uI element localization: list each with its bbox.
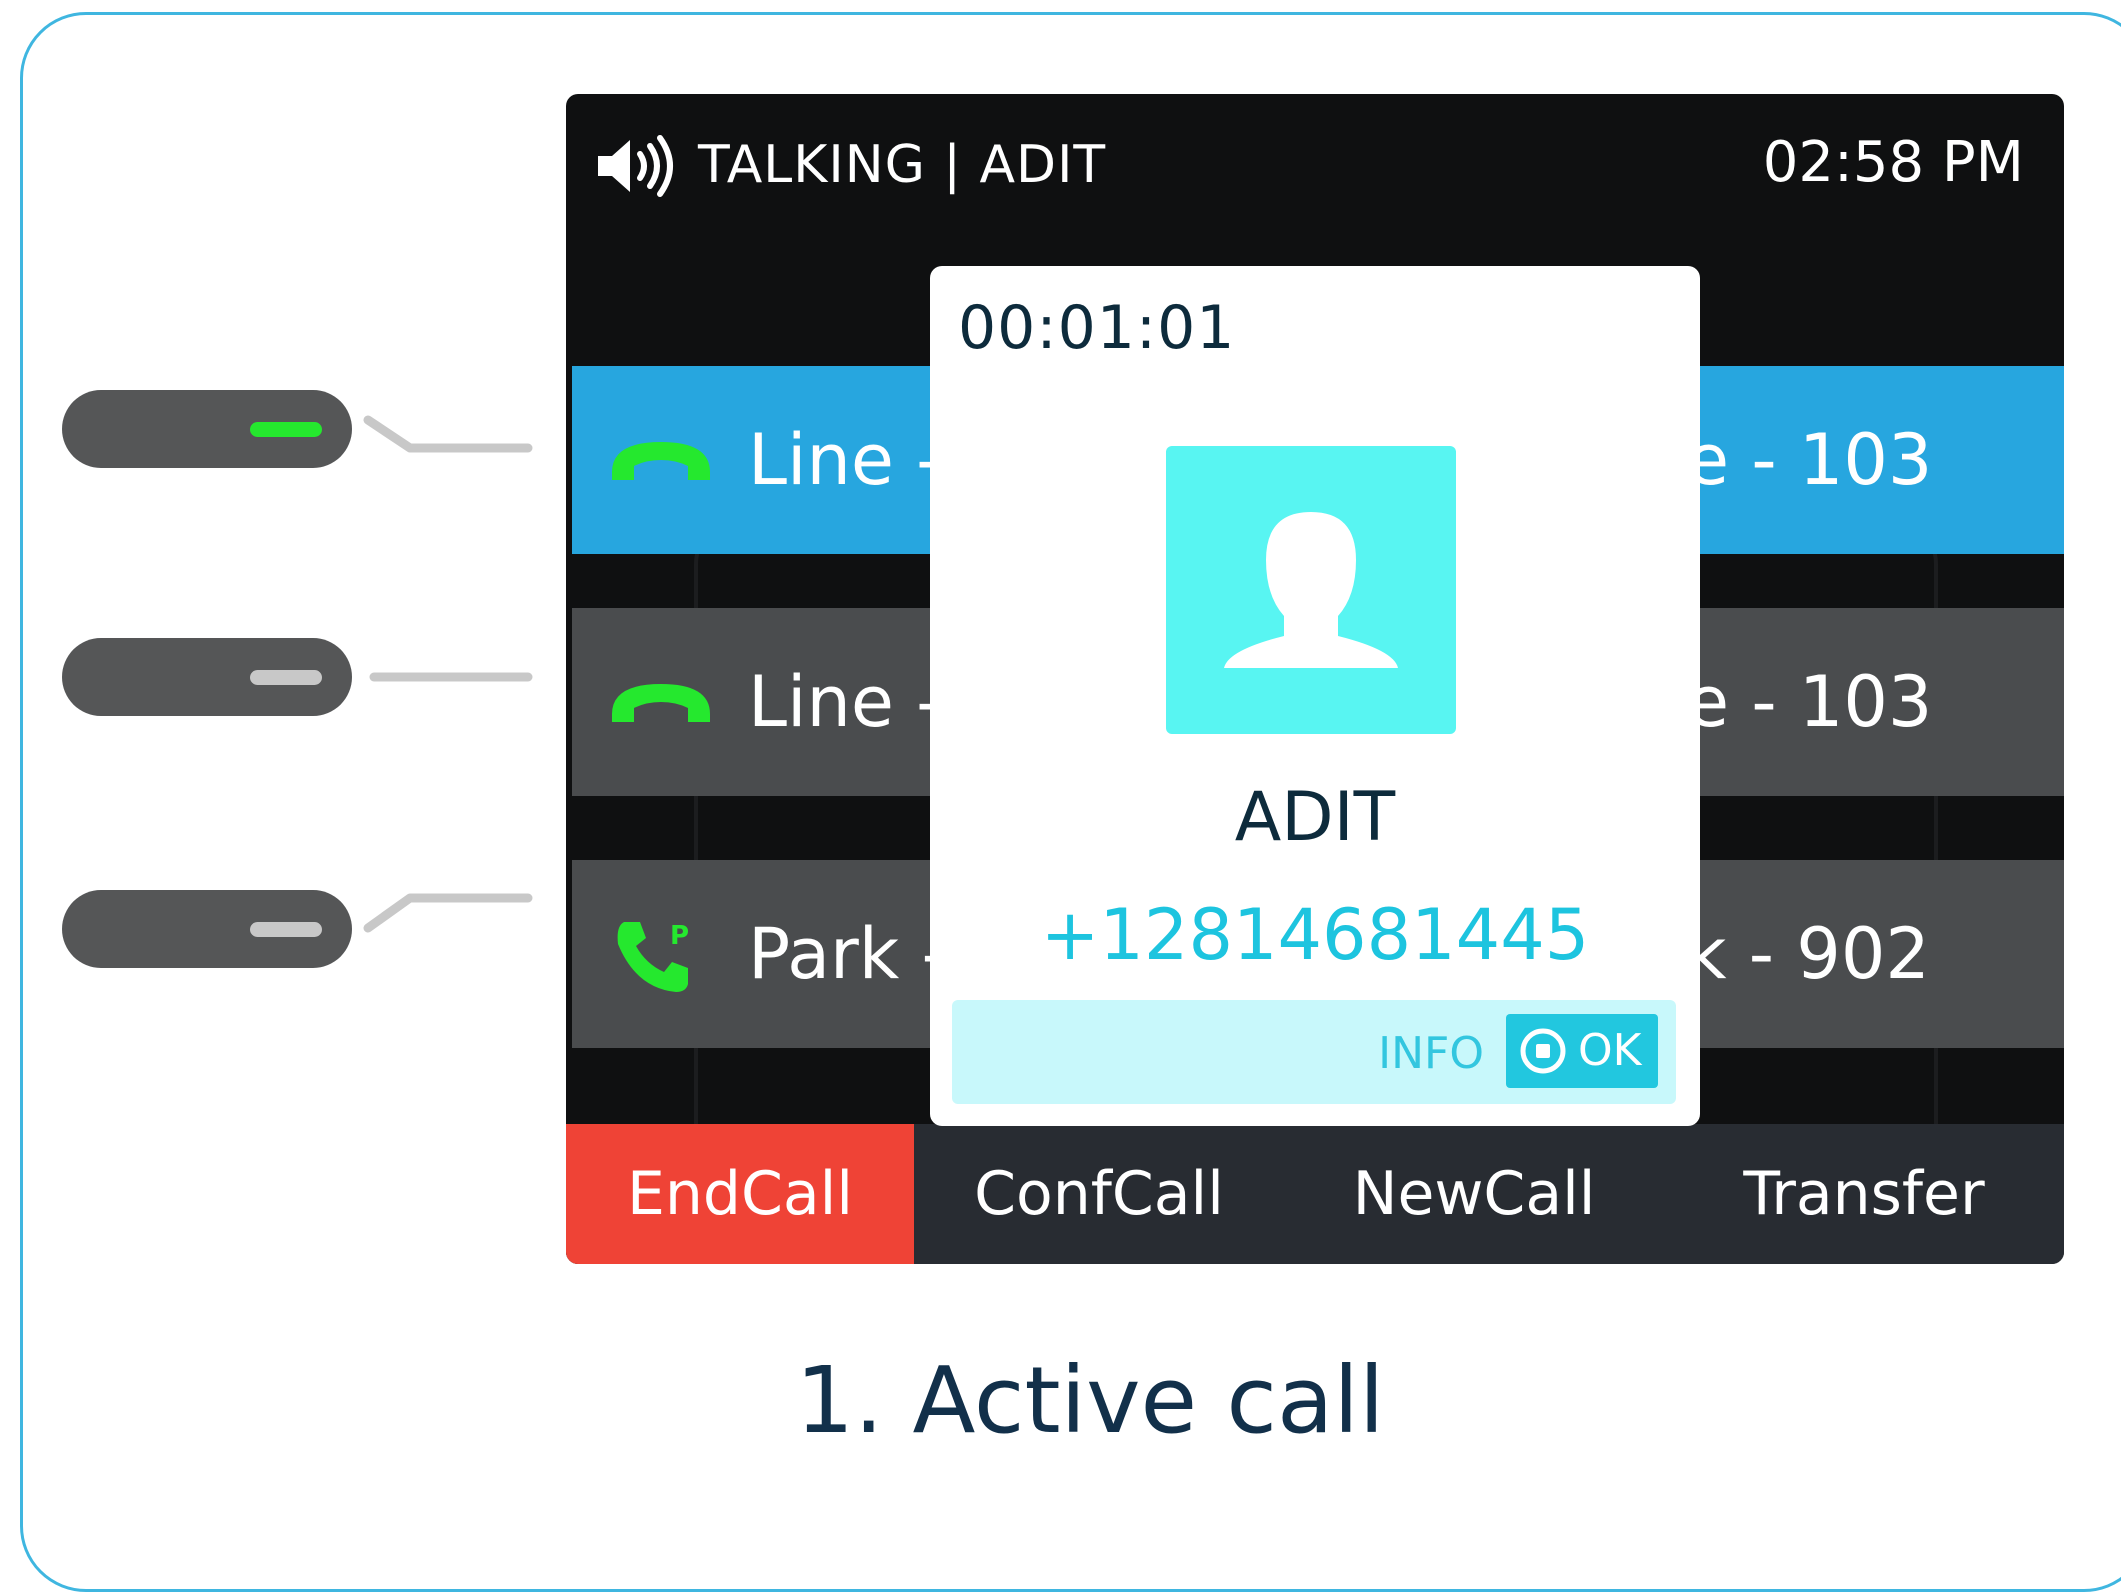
- active-call-popup: 00:01:01 ADIT +12814681445 INFO OK: [930, 266, 1700, 1126]
- speaker-icon: [598, 135, 673, 197]
- phone-handset-icon: [612, 442, 710, 480]
- line-row-2-extension: e - 103: [1686, 661, 1933, 743]
- figure-caption: 1. Active call: [795, 1347, 1385, 1454]
- line-key-3[interactable]: [62, 890, 352, 968]
- caller-number: +12814681445: [1040, 894, 1590, 976]
- line-key-1-led: [250, 422, 322, 437]
- new-call-button[interactable]: NewCall: [1284, 1124, 1664, 1264]
- line-key-1[interactable]: [62, 390, 352, 468]
- line-row-2-label: Line -: [748, 661, 942, 743]
- softkey-bar: EndCall ConfCall NewCall Transfer: [566, 1124, 2064, 1264]
- call-status-title: TALKING | ADIT: [698, 135, 1107, 195]
- line-key-2-led: [250, 670, 322, 685]
- ok-key-icon: [1520, 1028, 1566, 1074]
- caller-avatar: [1166, 446, 1456, 734]
- transfer-button[interactable]: Transfer: [1664, 1124, 2064, 1264]
- clock: 02:58 PM: [1762, 130, 2024, 195]
- line-row-1-extension: e - 103: [1686, 419, 1933, 501]
- call-timer: 00:01:01: [958, 293, 1236, 363]
- svg-text:P: P: [670, 921, 689, 951]
- info-bar: INFO OK: [952, 1000, 1676, 1104]
- end-call-button[interactable]: EndCall: [566, 1124, 914, 1264]
- person-avatar-icon: [1224, 512, 1398, 668]
- line-row-1-label: Line -: [748, 419, 942, 501]
- conf-call-button[interactable]: ConfCall: [914, 1124, 1284, 1264]
- line-key-2[interactable]: [62, 638, 352, 716]
- info-label: INFO: [1378, 1028, 1484, 1079]
- line-row-3-label: Park -: [748, 913, 947, 995]
- status-bar: TALKING | ADIT 02:58 PM: [566, 94, 2064, 234]
- phone-handset-icon: [612, 684, 710, 722]
- ok-label: OK: [1578, 1025, 1642, 1076]
- line-row-3-extension: k - 902: [1686, 913, 1930, 995]
- line-key-3-led: [250, 922, 322, 937]
- ok-button[interactable]: OK: [1506, 1014, 1658, 1088]
- phone-screen: TALKING | ADIT 02:58 PM Line - e - 103 L…: [566, 94, 2064, 1264]
- caller-name: ADIT: [1234, 778, 1396, 857]
- park-phone-icon: P: [617, 921, 689, 992]
